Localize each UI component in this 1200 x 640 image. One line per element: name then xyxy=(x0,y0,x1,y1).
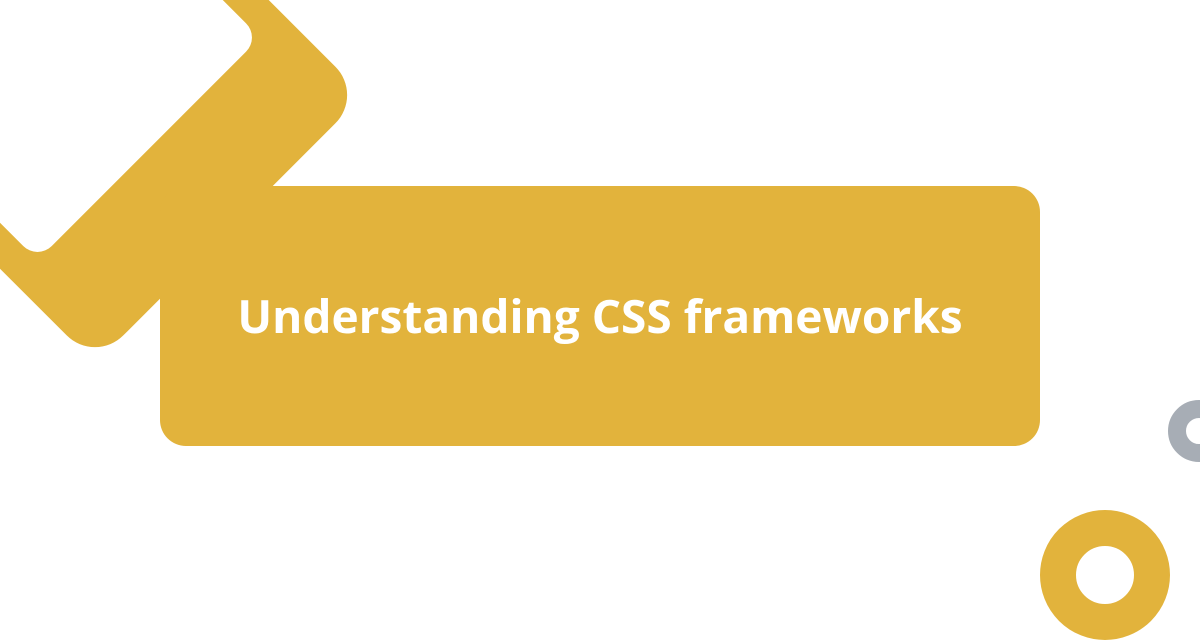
page-title: Understanding CSS frameworks xyxy=(237,285,962,347)
decorative-ring-gold xyxy=(1040,510,1170,640)
decorative-ring-gray xyxy=(1168,400,1200,462)
title-card: Understanding CSS frameworks xyxy=(160,186,1040,446)
